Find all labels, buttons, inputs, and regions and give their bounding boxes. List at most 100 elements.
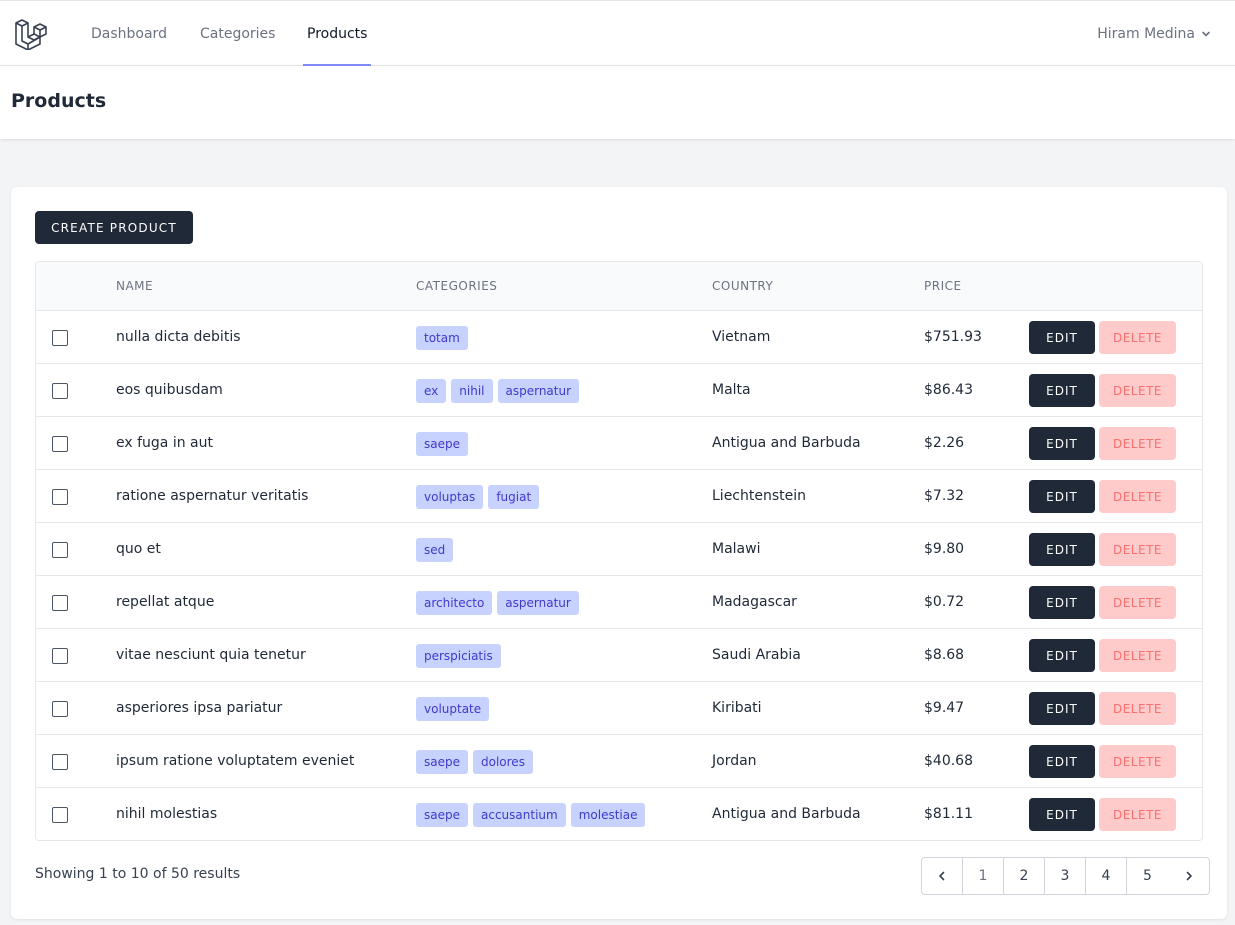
delete-button[interactable]: DELETE: [1099, 586, 1176, 619]
laravel-logo-icon[interactable]: [14, 17, 47, 50]
create-product-button[interactable]: CREATE PRODUCT: [35, 211, 193, 244]
product-categories: ex nihil aspernatur: [416, 379, 580, 403]
page-button-2[interactable]: 2: [1004, 858, 1045, 894]
row-checkbox[interactable]: [52, 807, 68, 823]
delete-button[interactable]: DELETE: [1099, 692, 1176, 725]
product-categories: saepe accusantium molestiae: [416, 803, 646, 827]
product-country: Jordan: [712, 753, 757, 769]
page-numbers: 12345: [963, 858, 1168, 894]
product-name: ipsum ratione voluptatem eveniet: [116, 753, 355, 769]
product-price: $9.47: [924, 700, 965, 716]
previous-page-button[interactable]: [922, 858, 963, 894]
delete-button[interactable]: DELETE: [1099, 321, 1176, 354]
product-country: Malawi: [712, 541, 761, 557]
table-row: repellat atque architecto aspernatur Madaga…: [36, 576, 1202, 629]
delete-button[interactable]: DELETE: [1099, 480, 1176, 513]
column-header-price: PRICE: [924, 279, 962, 293]
category-tag: aspernatur: [497, 591, 579, 615]
product-country: Saudi Arabia: [712, 647, 801, 663]
top-navigation: Dashboard Categories Products Hiram Medi…: [0, 0, 1235, 66]
row-checkbox[interactable]: [52, 595, 68, 611]
category-tag: saepe: [416, 803, 468, 827]
page-title: Products: [11, 90, 107, 112]
edit-button[interactable]: EDIT: [1029, 798, 1095, 831]
nav-link-categories[interactable]: Categories: [196, 1, 279, 66]
product-categories: architecto aspernatur: [416, 591, 579, 615]
category-tag: dolores: [473, 750, 533, 774]
edit-button[interactable]: EDIT: [1029, 374, 1095, 407]
category-tag: voluptate: [416, 697, 490, 721]
page-button-1[interactable]: 1: [963, 858, 1004, 894]
row-checkbox[interactable]: [52, 330, 68, 346]
product-price: $2.26: [924, 435, 965, 451]
edit-button[interactable]: EDIT: [1029, 639, 1095, 672]
delete-button[interactable]: DELETE: [1099, 745, 1176, 778]
row-checkbox[interactable]: [52, 436, 68, 452]
product-categories: voluptate: [416, 697, 490, 721]
table-header: NAME CATEGORIES COUNTRY PRICE: [36, 262, 1202, 311]
delete-button[interactable]: DELETE: [1099, 798, 1176, 831]
edit-button[interactable]: EDIT: [1029, 586, 1095, 619]
edit-button[interactable]: EDIT: [1029, 745, 1095, 778]
page-header: Products: [0, 66, 1235, 139]
category-tag: totam: [416, 326, 468, 350]
edit-button[interactable]: EDIT: [1029, 427, 1095, 460]
product-price: $81.11: [924, 806, 973, 822]
product-price: $0.72: [924, 594, 965, 610]
product-country: Liechtenstein: [712, 488, 807, 504]
product-name: asperiores ipsa pariatur: [116, 700, 283, 716]
nav-link-dashboard[interactable]: Dashboard: [87, 1, 171, 66]
product-categories: saepe: [416, 432, 468, 456]
column-header-name: NAME: [116, 279, 154, 293]
table-row: vitae nesciunt quia tenetur perspiciatis S…: [36, 629, 1202, 682]
delete-button[interactable]: DELETE: [1099, 533, 1176, 566]
products-table: NAME CATEGORIES COUNTRY PRICE nulla dict…: [35, 261, 1203, 841]
product-name: ratione aspernatur veritatis: [116, 488, 309, 504]
product-name: nulla dicta debitis: [116, 329, 241, 345]
chevron-left-icon: [939, 871, 945, 881]
product-country: Kiribati: [712, 700, 762, 716]
row-checkbox[interactable]: [52, 648, 68, 664]
product-name: ex fuga in aut: [116, 435, 213, 451]
row-checkbox[interactable]: [52, 754, 68, 770]
table-row: ratione aspernatur veritatis voluptas fugi…: [36, 470, 1202, 523]
nav-link-products[interactable]: Products: [303, 1, 372, 66]
row-checkbox[interactable]: [52, 383, 68, 399]
page-button-5[interactable]: 5: [1127, 858, 1168, 894]
category-tag: perspiciatis: [416, 644, 501, 668]
page-button-3[interactable]: 3: [1045, 858, 1086, 894]
delete-button[interactable]: DELETE: [1099, 427, 1176, 460]
table-row: ex fuga in aut saepe Antigua and Barbuda $2…: [36, 417, 1202, 470]
product-country: Madagascar: [712, 594, 797, 610]
product-price: $8.68: [924, 647, 965, 663]
row-checkbox[interactable]: [52, 489, 68, 505]
delete-button[interactable]: DELETE: [1099, 639, 1176, 672]
category-tag: architecto: [416, 591, 493, 615]
product-categories: perspiciatis: [416, 644, 501, 668]
product-country: Antigua and Barbuda: [712, 435, 861, 451]
edit-button[interactable]: EDIT: [1029, 321, 1095, 354]
category-tag: sed: [416, 538, 454, 562]
edit-button[interactable]: EDIT: [1029, 533, 1095, 566]
product-country: Vietnam: [712, 329, 771, 345]
page-button-4[interactable]: 4: [1086, 858, 1127, 894]
product-price: $751.93: [924, 329, 982, 345]
user-name: Hiram Medina: [1097, 26, 1195, 42]
delete-button[interactable]: DELETE: [1099, 374, 1176, 407]
category-tag: fugiat: [488, 485, 540, 509]
chevron-right-icon: [1186, 871, 1192, 881]
category-tag: nihil: [451, 379, 493, 403]
category-tag: aspernatur: [497, 379, 580, 403]
user-menu[interactable]: Hiram Medina: [1097, 1, 1211, 66]
row-checkbox[interactable]: [52, 542, 68, 558]
product-price: $86.43: [924, 382, 973, 398]
category-tag: saepe: [416, 432, 468, 456]
product-name: repellat atque: [116, 594, 215, 610]
edit-button[interactable]: EDIT: [1029, 692, 1095, 725]
results-summary: Showing 1 to 10 of 50 results: [35, 866, 241, 882]
row-checkbox[interactable]: [52, 701, 68, 717]
category-tag: accusantium: [473, 803, 566, 827]
edit-button[interactable]: EDIT: [1029, 480, 1095, 513]
product-name: nihil molestias: [116, 806, 218, 822]
next-page-button[interactable]: [1168, 858, 1209, 894]
